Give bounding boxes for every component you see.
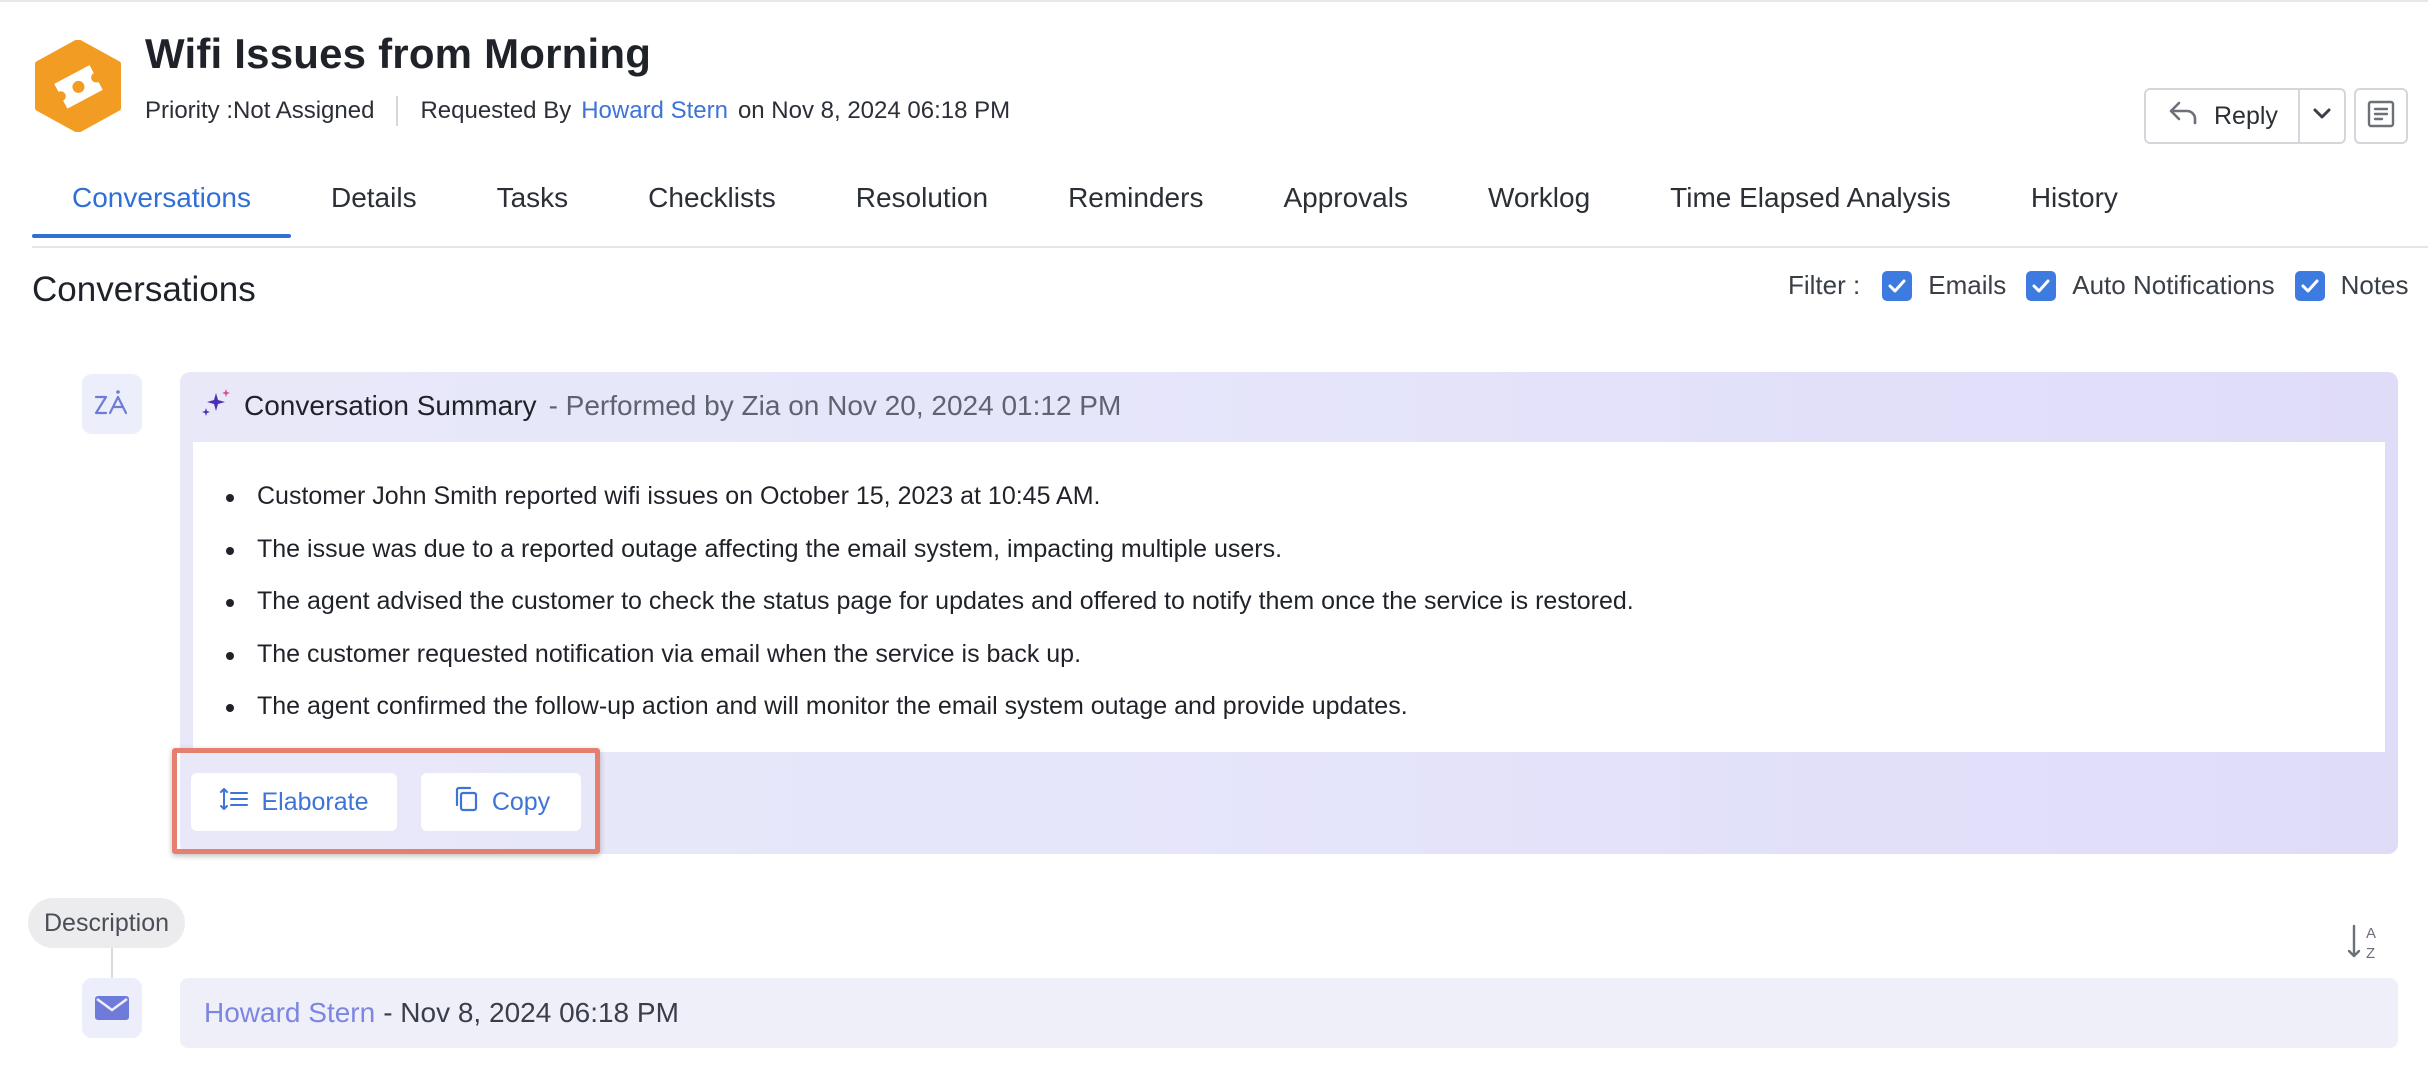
tab-bar: Conversations Details Tasks Checklists R… — [32, 170, 2158, 238]
summary-point: Customer John Smith reported wifi issues… — [226, 470, 2385, 523]
summary-body: Customer John Smith reported wifi issues… — [193, 442, 2385, 752]
tab-tasks[interactable]: Tasks — [457, 170, 609, 234]
tab-details[interactable]: Details — [291, 170, 457, 234]
notes-icon — [2366, 99, 2396, 134]
tab-reminders[interactable]: Reminders — [1028, 170, 1243, 234]
elaborate-icon — [219, 787, 249, 818]
svg-text:Z: Z — [2366, 945, 2375, 962]
description-tag: Description — [28, 898, 186, 948]
summary-point: The issue was due to a reported outage a… — [226, 523, 2385, 576]
summary-point: The agent advised the customer to check … — [226, 575, 2385, 628]
description-date: - Nov 8, 2024 06:18 PM — [383, 997, 679, 1028]
timeline-connector — [111, 948, 113, 978]
tab-approvals[interactable]: Approvals — [1243, 170, 1448, 234]
top-border — [0, 0, 2428, 2]
filter-auto-notifications-label: Auto Notifications — [2072, 270, 2275, 300]
requested-date: on Nov 8, 2024 06:18 PM — [737, 97, 1011, 124]
description-author-link[interactable]: Howard Stern — [204, 997, 375, 1029]
tab-resolution[interactable]: Resolution — [816, 170, 1028, 234]
tab-worklog[interactable]: Worklog — [1448, 170, 1630, 234]
description-entry: Howard Stern - Nov 8, 2024 06:18 PM — [180, 978, 2398, 1048]
elaborate-label: Elaborate — [261, 787, 369, 816]
summary-points: Customer John Smith reported wifi issues… — [193, 442, 2385, 733]
summary-point: The customer requested notification via … — [226, 628, 2385, 681]
conversation-filter: Filter : Emails Auto Notifications Notes — [1788, 270, 2428, 301]
zia-icon — [82, 374, 142, 434]
summary-title: Conversation Summary — [244, 389, 537, 421]
copy-label: Copy — [491, 787, 551, 816]
mail-icon — [82, 978, 142, 1038]
reply-button-group: Reply — [2144, 88, 2346, 144]
reply-button[interactable]: Reply — [2146, 90, 2300, 142]
filter-emails[interactable]: Emails — [1882, 270, 2006, 301]
sort-az-icon[interactable]: AZ — [2346, 920, 2386, 964]
section-title: Conversations — [32, 270, 256, 309]
filter-emails-label: Emails — [1928, 270, 2007, 300]
filter-auto-notifications[interactable]: Auto Notifications — [2026, 270, 2275, 301]
requested-by-label: Requested By — [420, 97, 572, 124]
meta-divider — [396, 96, 399, 126]
notes-button[interactable] — [2354, 88, 2408, 144]
sparkle-icon — [200, 387, 234, 424]
summary-header: Conversation Summary - Performed by Zia … — [200, 387, 1121, 424]
ticket-logo-icon — [34, 39, 122, 133]
summary-performed-by: - Performed by Zia on Nov 20, 2024 01:12… — [548, 389, 1122, 421]
priority-text: Priority :Not Assigned — [145, 97, 375, 124]
checkbox-emails[interactable] — [1882, 270, 1913, 301]
filter-label: Filter : — [1788, 270, 1861, 300]
tab-divider — [32, 246, 2428, 248]
reply-label: Reply — [2214, 101, 2278, 130]
ticket-meta: Priority :Not Assigned Requested By Howa… — [145, 96, 1010, 126]
checkbox-notes[interactable] — [2294, 270, 2325, 301]
filter-notes-label: Notes — [2340, 270, 2409, 300]
filter-notes[interactable]: Notes — [2294, 270, 2409, 301]
elaborate-button[interactable]: Elaborate — [191, 773, 397, 831]
tab-history[interactable]: History — [1991, 170, 2158, 234]
svg-text:A: A — [2366, 925, 2376, 942]
tab-conversations[interactable]: Conversations — [32, 170, 291, 238]
copy-icon — [452, 785, 480, 820]
requester-link[interactable]: Howard Stern — [581, 97, 728, 125]
tab-time-elapsed-analysis[interactable]: Time Elapsed Analysis — [1630, 170, 1991, 234]
reply-arrow-icon — [2168, 100, 2198, 133]
tab-checklists[interactable]: Checklists — [608, 170, 816, 234]
reply-dropdown-button[interactable] — [2300, 90, 2344, 142]
summary-point: The agent confirmed the follow-up action… — [226, 680, 2385, 733]
ticket-title: Wifi Issues from Morning — [145, 30, 652, 77]
checkbox-auto-notifications[interactable] — [2026, 270, 2057, 301]
copy-button[interactable]: Copy — [421, 773, 581, 831]
chevron-down-icon — [2313, 107, 2331, 125]
